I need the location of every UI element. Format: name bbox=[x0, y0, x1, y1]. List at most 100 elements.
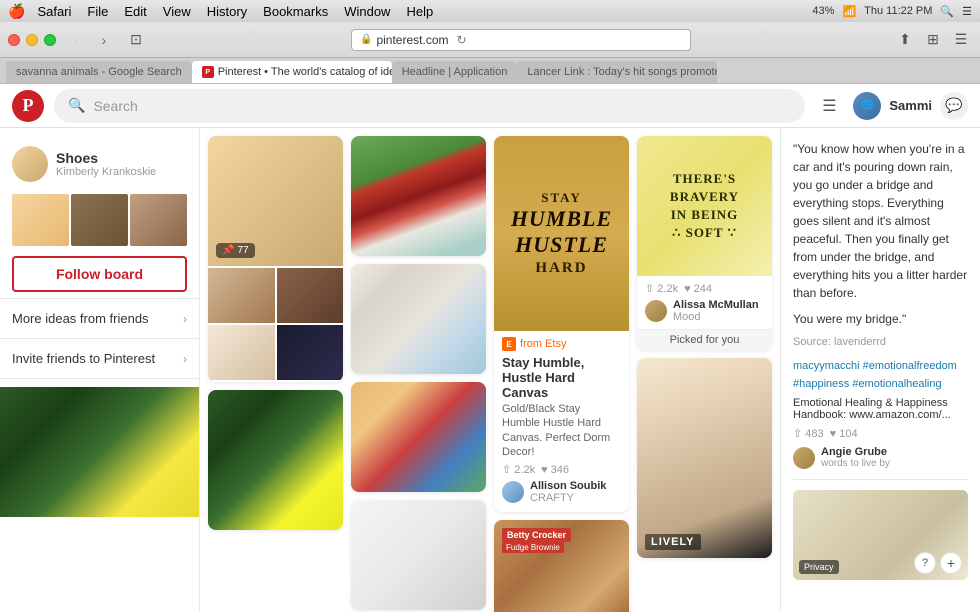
zoom-button[interactable]: + bbox=[940, 552, 962, 574]
apple-menu[interactable]: 🍎 bbox=[8, 3, 25, 20]
right-saves: ⇧ 483 bbox=[793, 427, 824, 440]
allison-name: Allison Soubik bbox=[530, 480, 606, 492]
room-pin-card[interactable] bbox=[351, 382, 486, 492]
house-pin-card[interactable] bbox=[351, 136, 486, 256]
new-tab-button[interactable]: ⊞ bbox=[922, 29, 944, 51]
etsy-badge: E from Etsy bbox=[502, 337, 621, 351]
tab-label: savanna animals - Google Search bbox=[16, 66, 182, 78]
back-button[interactable]: ‹ bbox=[64, 28, 88, 52]
user-globe-icon[interactable]: 🌐 bbox=[853, 92, 881, 120]
sidebar-thumb-1[interactable] bbox=[12, 194, 69, 246]
sidebar-thumb-2[interactable] bbox=[71, 194, 128, 246]
right-meta: ⇧ 483 ♥ 104 bbox=[793, 427, 968, 440]
picked-for-you: Picked for you bbox=[637, 329, 772, 350]
address-bar-area: 🔒 pinterest.com ↻ bbox=[156, 29, 886, 51]
menu-safari[interactable]: Safari bbox=[37, 4, 71, 19]
allison-avatar bbox=[502, 481, 524, 503]
board-title: Shoes bbox=[56, 150, 187, 166]
masonry-col-3: stay HUMBLE HUSTLE hard E from Etsy Stay… bbox=[494, 136, 629, 612]
chat-icon[interactable]: 💬 bbox=[940, 92, 968, 120]
address-bar[interactable]: 🔒 pinterest.com ↻ bbox=[351, 29, 691, 51]
tag-list: macyymacchi #emotionalfreedom #happiness… bbox=[793, 358, 968, 393]
menu-button[interactable]: ☰ bbox=[815, 92, 843, 120]
reader-button[interactable]: ☰ bbox=[950, 29, 972, 51]
menu-view[interactable]: View bbox=[163, 4, 191, 19]
menu-help[interactable]: Help bbox=[406, 4, 433, 19]
etsy-source: from Etsy bbox=[520, 338, 566, 350]
menu-edit[interactable]: Edit bbox=[124, 4, 146, 19]
browser-right-icons: ⬆ ⊞ ☰ bbox=[894, 29, 972, 51]
heart-icon: ♥ 346 bbox=[541, 464, 569, 476]
divider-2 bbox=[0, 338, 199, 339]
hustle-desc: Gold/Black Stay Humble Hustle Hard Canva… bbox=[502, 402, 621, 459]
porch-pin-card[interactable] bbox=[351, 264, 486, 374]
right-author-info: Angie Grube words to live by bbox=[821, 446, 890, 469]
invite-section[interactable]: Invite friends to Pinterest › bbox=[0, 343, 199, 374]
corn-pin-card[interactable] bbox=[208, 390, 343, 530]
sidebar-thumb-3[interactable] bbox=[130, 194, 187, 246]
tab-lancer[interactable]: Lancer Link : Today's hit songs promote … bbox=[517, 61, 717, 83]
divider-1 bbox=[0, 298, 199, 299]
pin-count-badge: 📌 77 bbox=[216, 243, 255, 258]
woman-pin-card[interactable]: LIVELY bbox=[637, 358, 772, 558]
privacy-button[interactable]: Privacy bbox=[799, 560, 839, 574]
tag-macymacchi[interactable]: macyymacchi #emotionalfreedom #happiness… bbox=[793, 360, 957, 390]
sidebar-toggle-button[interactable]: ⊡ bbox=[124, 28, 148, 52]
minimize-button[interactable] bbox=[26, 34, 38, 46]
etsy-icon: E bbox=[502, 337, 516, 351]
sidebar: Shoes Kimberly Krankoskie Follow board M… bbox=[0, 128, 200, 612]
tab-pinterest[interactable]: P Pinterest • The world's catalog of ide… bbox=[192, 61, 392, 83]
invite-label: Invite friends to Pinterest bbox=[12, 351, 155, 366]
menu-history[interactable]: History bbox=[207, 4, 247, 19]
board-header: Shoes Kimberly Krankoskie bbox=[0, 138, 199, 190]
menubar: 🍎 Safari File Edit View History Bookmark… bbox=[0, 0, 980, 22]
shoes-pin-card[interactable]: 📌 77 bbox=[208, 136, 343, 382]
fullscreen-button[interactable] bbox=[44, 34, 56, 46]
bravery-author-info: Alissa McMullan Mood bbox=[673, 299, 759, 323]
share-button[interactable]: ⬆ bbox=[894, 29, 916, 51]
tab-label: Headline | Application bbox=[402, 66, 508, 78]
close-button[interactable] bbox=[8, 34, 20, 46]
forward-button[interactable]: › bbox=[92, 28, 116, 52]
quote-source: Source: lavenderrd bbox=[793, 336, 968, 348]
brownie-pin-card[interactable]: Betty Crocker Fudge Brownie bbox=[494, 520, 629, 612]
username-label[interactable]: Sammi bbox=[889, 98, 932, 113]
search-menubar-icon[interactable]: 🔍 bbox=[940, 5, 954, 18]
angie-avatar bbox=[793, 447, 815, 469]
tab-google[interactable]: savanna animals - Google Search bbox=[6, 61, 192, 83]
more-ideas-label: More ideas from friends bbox=[12, 311, 149, 326]
hustle-author-info: Allison Soubik CRAFTY bbox=[530, 480, 606, 504]
tab-headline[interactable]: Headline | Application bbox=[392, 61, 518, 83]
search-icon: 🔍 bbox=[68, 97, 85, 114]
masonry-layout: 📌 77 bbox=[208, 136, 772, 612]
pin-count: 77 bbox=[237, 245, 248, 256]
more-ideas-section[interactable]: More ideas from friends › bbox=[0, 303, 199, 334]
tab-bar: savanna animals - Google Search P Pinter… bbox=[0, 58, 980, 84]
menu-window[interactable]: Window bbox=[344, 4, 390, 19]
main-content: Shoes Kimberly Krankoskie Follow board M… bbox=[0, 128, 980, 612]
chevron-right-icon-2: › bbox=[183, 352, 187, 366]
angie-board: words to live by bbox=[821, 458, 890, 469]
menu-file[interactable]: File bbox=[87, 4, 108, 19]
bravery-meta: ⇧ 2.2k ♥ 244 bbox=[645, 282, 764, 295]
battery-pct: 43% bbox=[812, 5, 834, 17]
help-button[interactable]: ? bbox=[914, 552, 936, 574]
allison-board: CRAFTY bbox=[530, 492, 606, 504]
bravery-pin-card[interactable]: THERE'S BRAVERY IN BEING ∴ SOFT ∵ ⇧ 2.2k… bbox=[637, 136, 772, 350]
sidebar-food-image[interactable] bbox=[0, 387, 199, 517]
board-owner: Kimberly Krankoskie bbox=[56, 166, 187, 178]
follow-board-button[interactable]: Follow board bbox=[12, 256, 187, 292]
menu-bookmarks[interactable]: Bookmarks bbox=[263, 4, 328, 19]
board-info: Shoes Kimberly Krankoskie bbox=[56, 150, 187, 178]
bravery-likes: ♥ 244 bbox=[684, 283, 712, 295]
more-menubar-icon[interactable]: ☰ bbox=[962, 5, 972, 18]
hustle-pin-card[interactable]: stay HUMBLE HUSTLE hard E from Etsy Stay… bbox=[494, 136, 629, 512]
right-panel: "You know how when you're in a car and i… bbox=[780, 128, 980, 612]
search-bar[interactable]: 🔍 Search bbox=[54, 89, 805, 123]
quote-text: "You know how when you're in a car and i… bbox=[793, 140, 968, 302]
white-room-pin-card[interactable] bbox=[351, 500, 486, 610]
bravery-saves: ⇧ 2.2k bbox=[645, 282, 678, 295]
refresh-button[interactable]: ↻ bbox=[456, 33, 466, 47]
hustle-meta: ⇧ 2.2k ♥ 346 bbox=[502, 463, 621, 476]
pinterest-logo[interactable]: P bbox=[12, 90, 44, 122]
